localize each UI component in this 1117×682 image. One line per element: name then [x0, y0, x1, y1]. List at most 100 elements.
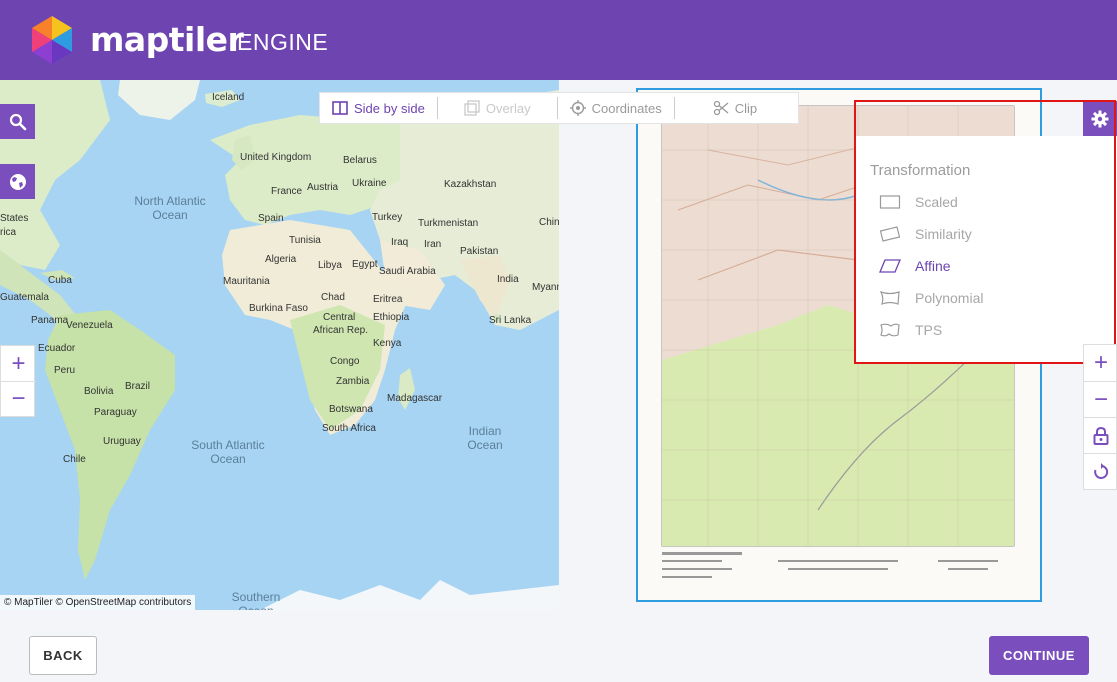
map-label: Saudi Arabia: [379, 266, 436, 277]
map-label: Mauritania: [223, 276, 270, 287]
product-name: ENGINE: [237, 29, 329, 55]
rotate-icon: [1094, 462, 1109, 479]
tool-label: Clip: [734, 100, 758, 116]
tool-label: Coordinates: [591, 100, 662, 116]
option-label: Polynomial: [915, 290, 984, 306]
map-label: Panama: [31, 315, 69, 326]
map-label: States: [0, 213, 29, 224]
map-label: Congo: [330, 356, 360, 367]
ocean-label: Indian Ocean: [467, 424, 503, 452]
map-label: Kenya: [373, 338, 402, 349]
map-label: Ethiopia: [373, 312, 410, 323]
map-label: Eritrea: [373, 294, 403, 305]
scissors-icon: [713, 100, 729, 116]
transformation-option-similarity[interactable]: Similarity: [879, 226, 972, 242]
clip-tool[interactable]: Clip: [673, 97, 769, 119]
map-label: Botswana: [329, 404, 373, 415]
map-label: Tunisia: [289, 235, 321, 246]
map-label: Paraguay: [94, 407, 137, 418]
lock-icon: [1093, 426, 1109, 445]
map-label: Iran: [424, 239, 442, 250]
option-label: Scaled: [915, 194, 958, 210]
search-icon: [9, 113, 26, 130]
map-label: Spain: [258, 213, 284, 224]
map-label: Venezuela: [66, 320, 113, 331]
curved-shape-icon: [879, 290, 900, 306]
map-label: Cuba: [48, 275, 72, 286]
rectangle-icon: [879, 195, 901, 209]
map-label: India: [497, 274, 519, 285]
zoom-in-button[interactable]: +: [1, 346, 36, 381]
map-label: Chile: [63, 454, 86, 465]
view-mode-toolbar: Side by side Overlay Coordinates Clip: [319, 92, 799, 124]
map-label: Sri Lanka: [489, 315, 532, 326]
map-label: Chad: [321, 292, 345, 303]
ocean-label: South Atlantic Ocean: [191, 438, 265, 466]
map-label: Egypt: [352, 259, 378, 270]
option-label: Affine: [915, 258, 951, 274]
map-label: Bolivia: [84, 386, 114, 397]
map-label: Zambia: [336, 376, 370, 387]
map-label: Turkey: [372, 212, 403, 223]
transformation-panel: Transformation Scaled Similarity Affine …: [855, 136, 1117, 362]
coordinates-tool[interactable]: Coordinates: [556, 97, 674, 119]
option-label: TPS: [915, 322, 943, 338]
maptiler-logo-icon: [32, 16, 72, 64]
left-zoom-controls: + −: [0, 345, 36, 417]
map-label: Turkmenistan: [418, 218, 479, 229]
crosshair-icon: [569, 100, 586, 116]
overlay-tool[interactable]: Overlay: [436, 97, 557, 119]
map-label: Central: [323, 312, 356, 323]
search-button[interactable]: [0, 104, 35, 139]
rotated-rectangle-icon: [879, 226, 901, 242]
map-label: Kazakhstan: [444, 179, 497, 190]
globe-icon: [9, 173, 26, 190]
right-map-controls: + −: [1083, 344, 1117, 490]
map-label: Guatemala: [0, 292, 49, 303]
globe-button[interactable]: [0, 164, 35, 199]
app-header: maptiler ENGINE: [0, 0, 1117, 80]
back-button[interactable]: BACK: [29, 636, 97, 675]
parallelogram-icon: [879, 259, 901, 273]
side-by-side-icon: [332, 101, 348, 115]
ocean-label: Southern Ocean: [231, 590, 281, 610]
map-label: African Rep.: [313, 325, 369, 336]
lock-button[interactable]: [1084, 417, 1117, 453]
map-label: Madagascar: [387, 393, 443, 404]
tool-label: Side by side: [354, 100, 425, 116]
transformation-option-tps[interactable]: TPS: [879, 322, 942, 338]
map-label: Burkina Faso: [249, 303, 308, 314]
zoom-out-button[interactable]: −: [1, 381, 36, 416]
map-label: Peru: [54, 365, 76, 376]
reference-map[interactable]: Iceland United Kingdom Belarus France Au…: [0, 80, 559, 610]
map-label: United Kingdom: [240, 152, 312, 163]
ocean-label: North Atlantic Ocean: [134, 194, 206, 222]
side-by-side-tool[interactable]: Side by side: [320, 97, 437, 119]
transformation-title: Transformation: [870, 162, 971, 179]
map-label: France: [271, 186, 303, 197]
map-label: Iceland: [212, 92, 245, 103]
map-label: Ecuador: [38, 343, 76, 354]
settings-button[interactable]: [1083, 101, 1117, 136]
zoom-out-button[interactable]: −: [1084, 381, 1117, 417]
map-label: rica: [0, 227, 17, 238]
option-label: Similarity: [915, 226, 972, 242]
transformation-option-affine[interactable]: Affine: [879, 258, 951, 274]
continue-button[interactable]: CONTINUE: [989, 636, 1089, 675]
map-label: Algeria: [265, 254, 297, 265]
zoom-in-button[interactable]: +: [1084, 345, 1117, 381]
brand-name: maptiler: [90, 20, 244, 59]
map-label: Austria: [307, 182, 339, 193]
transformation-option-polynomial[interactable]: Polynomial: [879, 290, 983, 306]
overlay-icon: [464, 100, 480, 116]
map-attribution[interactable]: © MapTiler © OpenStreetMap contributors: [0, 595, 196, 610]
gear-icon: [1091, 110, 1109, 127]
map-label: Brazil: [125, 381, 151, 392]
map-label: South Africa: [322, 423, 376, 434]
rotate-button[interactable]: [1084, 453, 1117, 489]
transformation-option-scaled[interactable]: Scaled: [879, 194, 958, 210]
warped-shape-icon: [880, 323, 900, 337]
map-label: Myanm: [532, 282, 559, 293]
map-label: Pakistan: [460, 246, 499, 257]
tool-label: Overlay: [485, 100, 531, 116]
